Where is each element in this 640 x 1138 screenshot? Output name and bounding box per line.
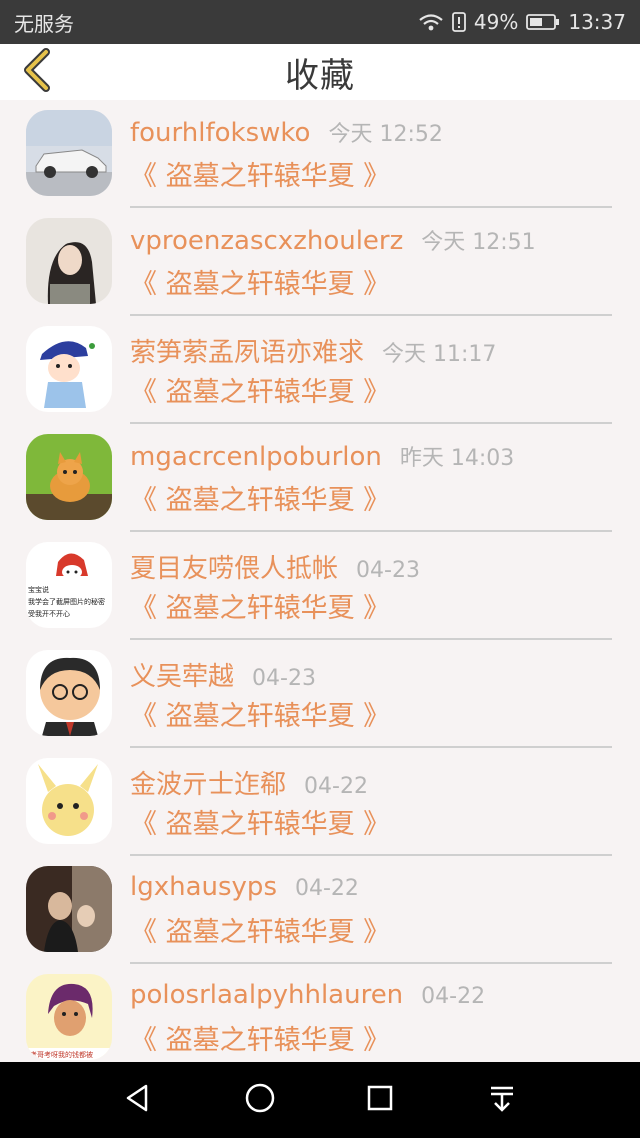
avatar: [26, 326, 112, 412]
carrier-label: 无服务: [14, 11, 74, 36]
list-item[interactable]: lgxhausyps 04-22 《 盗墓之轩辕华夏 》: [0, 856, 640, 964]
sim-alert-icon: [452, 12, 466, 32]
list-item[interactable]: fourhlfokswko 今天 12:52 《 盗墓之轩辕华夏 》: [0, 100, 640, 208]
battery-percent: 49%: [473, 10, 519, 34]
username: 金波亓士迮郗: [130, 770, 287, 800]
username: 夏目友唠偎人抵帐: [130, 554, 339, 584]
avatar: 考哥考呀我的钱都被: [26, 974, 112, 1060]
list-item[interactable]: vproenzascxzhoulerz 今天 12:51 《 盗墓之轩辕华夏 》: [0, 208, 640, 316]
username: 义吴荦越: [130, 662, 235, 692]
timestamp: 今天 12:51: [421, 230, 536, 255]
sticker-caption: 考哥考呀我的钱都被: [30, 1050, 93, 1059]
timestamp: 今天 12:52: [328, 122, 443, 147]
book-title[interactable]: 《 盗墓之轩辕华夏 》: [130, 370, 390, 409]
book-title[interactable]: 《 盗墓之轩辕华夏 》: [130, 586, 390, 625]
list-item[interactable]: 宝宝说 我学会了截屏图片的秘密 受我开不开心 夏目友唠偎人抵帐 04-23 《 …: [0, 532, 640, 640]
book-title[interactable]: 《 盗墓之轩辕华夏 》: [130, 694, 390, 733]
book-title[interactable]: 《 盗墓之轩辕华夏 》: [130, 262, 390, 301]
username: mgacrcenlpoburlon: [130, 442, 382, 472]
wifi-icon: [418, 12, 444, 32]
avatar: [26, 650, 112, 736]
list-item[interactable]: 义吴荦越 04-23 《 盗墓之轩辕华夏 》: [0, 640, 640, 748]
username: lgxhausyps: [130, 872, 277, 902]
meme-caption: 受我开不开心: [28, 609, 70, 618]
list-item[interactable]: mgacrcenlpoburlon 昨天 14:03 《 盗墓之轩辕华夏 》: [0, 424, 640, 532]
triangle-back-icon: [122, 1082, 154, 1118]
meme-caption: 我学会了截屏图片的秘密: [28, 597, 105, 606]
timestamp: 04-22: [421, 984, 486, 1009]
list-item[interactable]: 考哥考呀我的钱都被 polosrlaalpyhhlauren 04-22 《 盗…: [0, 964, 640, 1062]
nav-notification-button[interactable]: [480, 1078, 524, 1122]
book-title[interactable]: 《 盗墓之轩辕华夏 》: [130, 910, 390, 949]
username: 萦笋萦孟夙语亦难求: [130, 338, 365, 368]
battery-icon: [526, 13, 560, 31]
list-item[interactable]: 金波亓士迮郗 04-22 《 盗墓之轩辕华夏 》: [0, 748, 640, 856]
app-header: 收藏: [0, 44, 640, 100]
book-title[interactable]: 《 盗墓之轩辕华夏 》: [130, 154, 390, 193]
username: polosrlaalpyhhlauren: [130, 980, 404, 1010]
timestamp: 04-23: [356, 558, 420, 583]
back-button[interactable]: [16, 48, 56, 96]
book-title[interactable]: 《 盗墓之轩辕华夏 》: [130, 802, 390, 841]
page-title: 收藏: [285, 55, 355, 96]
avatar: 宝宝说 我学会了截屏图片的秘密 受我开不开心: [26, 542, 112, 628]
nav-home-button[interactable]: [238, 1078, 282, 1122]
avatar: [26, 758, 112, 844]
system-navigation-bar: [0, 1062, 640, 1138]
status-bar: 无服务 49% 13:37: [0, 0, 640, 44]
chevron-left-icon: [20, 48, 52, 96]
avatar: [26, 110, 112, 196]
book-title[interactable]: 《 盗墓之轩辕华夏 》: [130, 1018, 390, 1057]
avatar: [26, 866, 112, 952]
avatar: [26, 434, 112, 520]
nav-recent-button[interactable]: [358, 1078, 402, 1122]
favorites-list: fourhlfokswko 今天 12:52 《 盗墓之轩辕华夏 》 vproe…: [0, 100, 640, 1062]
clock: 13:37: [568, 10, 626, 34]
nav-back-button[interactable]: [116, 1078, 160, 1122]
avatar: [26, 218, 112, 304]
timestamp: 今天 11:17: [382, 342, 497, 367]
timestamp: 昨天 14:03: [399, 446, 515, 471]
circle-home-icon: [243, 1081, 277, 1119]
timestamp: 04-23: [252, 666, 316, 691]
square-recent-icon: [365, 1083, 395, 1117]
username: vproenzascxzhoulerz: [130, 226, 404, 256]
username: fourhlfokswko: [130, 118, 311, 148]
timestamp: 04-22: [295, 876, 359, 901]
book-title[interactable]: 《 盗墓之轩辕华夏 》: [130, 478, 390, 517]
list-item[interactable]: 萦笋萦孟夙语亦难求 今天 11:17 《 盗墓之轩辕华夏 》: [0, 316, 640, 424]
timestamp: 04-22: [304, 774, 368, 799]
meme-caption: 宝宝说: [28, 585, 49, 594]
notification-pull-icon: [487, 1082, 517, 1118]
